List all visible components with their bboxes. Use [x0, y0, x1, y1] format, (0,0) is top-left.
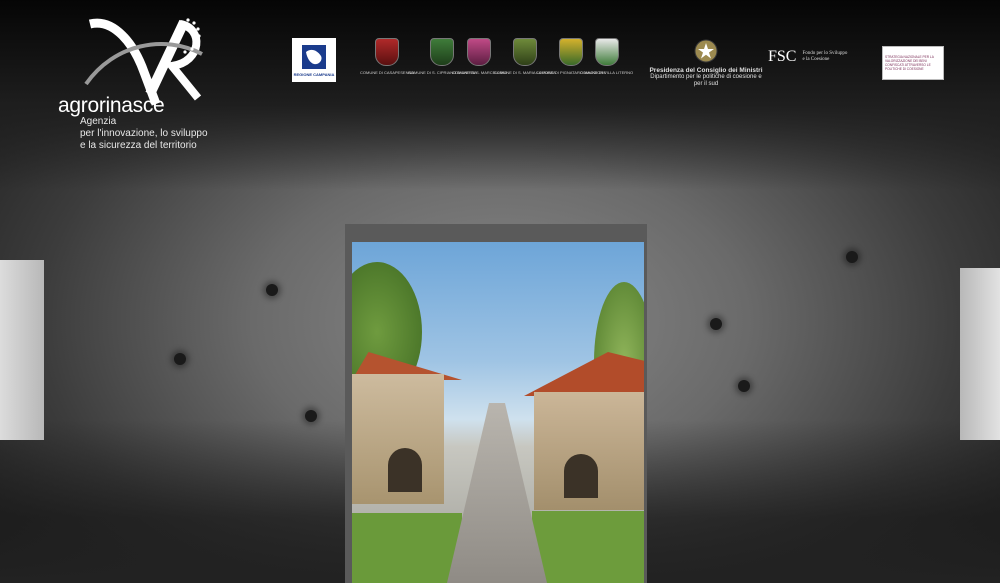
municipal-crest-icon	[467, 38, 492, 66]
tagline-line: per l'innovazione, lo sviluppo	[80, 128, 208, 139]
sponsor-logos: REGIONE CAMPANIA COMUNE DI CASAPESENNA C…	[290, 38, 960, 88]
presidency-title: Presidenza del Consiglio dei Ministri	[649, 67, 763, 74]
lawn-left	[352, 513, 462, 583]
sponsor-strategia-nazionale[interactable]: STRATEGIA NAZIONALE PER LA VALORIZZAZION…	[882, 46, 944, 80]
municipality-label: COMUNE DI VILLA LITERNO	[580, 70, 634, 75]
doorway-render-view	[352, 242, 644, 583]
archway	[564, 454, 598, 498]
sponsor-municipality[interactable]: COMUNE DI VILLA LITERNO	[580, 38, 633, 75]
region-label: REGIONE CAMPANIA	[293, 71, 335, 77]
presidency-subtitle: Dipartimento per le politiche di coesion…	[650, 74, 762, 87]
building-left	[352, 374, 444, 504]
roof-right	[524, 352, 644, 396]
presidency-label: Presidenza del Consiglio dei Ministri Di…	[646, 67, 766, 88]
right-window-panel	[960, 268, 1000, 440]
brand-name[interactable]: agrorinasce	[58, 94, 165, 118]
bullet-hole	[305, 410, 317, 422]
bullet-hole	[710, 318, 722, 330]
municipal-crest-icon	[594, 38, 619, 66]
municipal-crest-icon	[375, 38, 399, 66]
lawn-right	[532, 511, 644, 583]
bullet-hole	[266, 284, 278, 296]
archway	[388, 448, 422, 492]
municipal-crest-icon	[430, 38, 455, 66]
tagline-line: e la sicurezza del territorio	[80, 140, 197, 151]
strategy-logo: STRATEGIA NAZIONALE PER LA VALORIZZAZION…	[882, 46, 944, 80]
sponsor-municipality[interactable]: COMUNE DI CASAPESENNA	[360, 38, 414, 75]
fsc-text-line: e la Coesione	[802, 57, 830, 62]
bullet-hole	[174, 353, 186, 365]
bullet-hole	[738, 380, 750, 392]
left-window-panel	[0, 260, 44, 440]
hero-banner: agrorinasce Agenzia per l'innovazione, l…	[0, 0, 1000, 583]
municipality-label: COMUNE DI CASAPESENNA	[360, 70, 415, 75]
fsc-acronym: FSC	[768, 48, 797, 65]
building-right	[534, 392, 644, 510]
fsc-label: Fondo per lo Sviluppo e la Coesione	[802, 51, 847, 63]
brand-tagline: Agenzia per l'innovazione, lo sviluppo e…	[80, 116, 208, 152]
garden-path	[447, 403, 547, 583]
tagline-line: Agenzia	[80, 116, 117, 127]
regione-campania-logo: REGIONE CAMPANIA	[292, 38, 336, 82]
strategy-label: STRATEGIA NAZIONALE PER LA VALORIZZAZION…	[885, 55, 934, 71]
italian-emblem-icon	[694, 39, 718, 63]
sponsor-fsc[interactable]: FSC Fondo per lo Sviluppo e la Coesione	[768, 48, 847, 66]
campania-region-icon	[302, 44, 326, 69]
municipal-crest-icon	[512, 38, 537, 66]
sponsor-presidenza[interactable]: Presidenza del Consiglio dei Ministri Di…	[646, 38, 766, 88]
bullet-hole	[846, 251, 858, 263]
sponsor-regione-campania[interactable]: REGIONE CAMPANIA	[292, 38, 336, 82]
